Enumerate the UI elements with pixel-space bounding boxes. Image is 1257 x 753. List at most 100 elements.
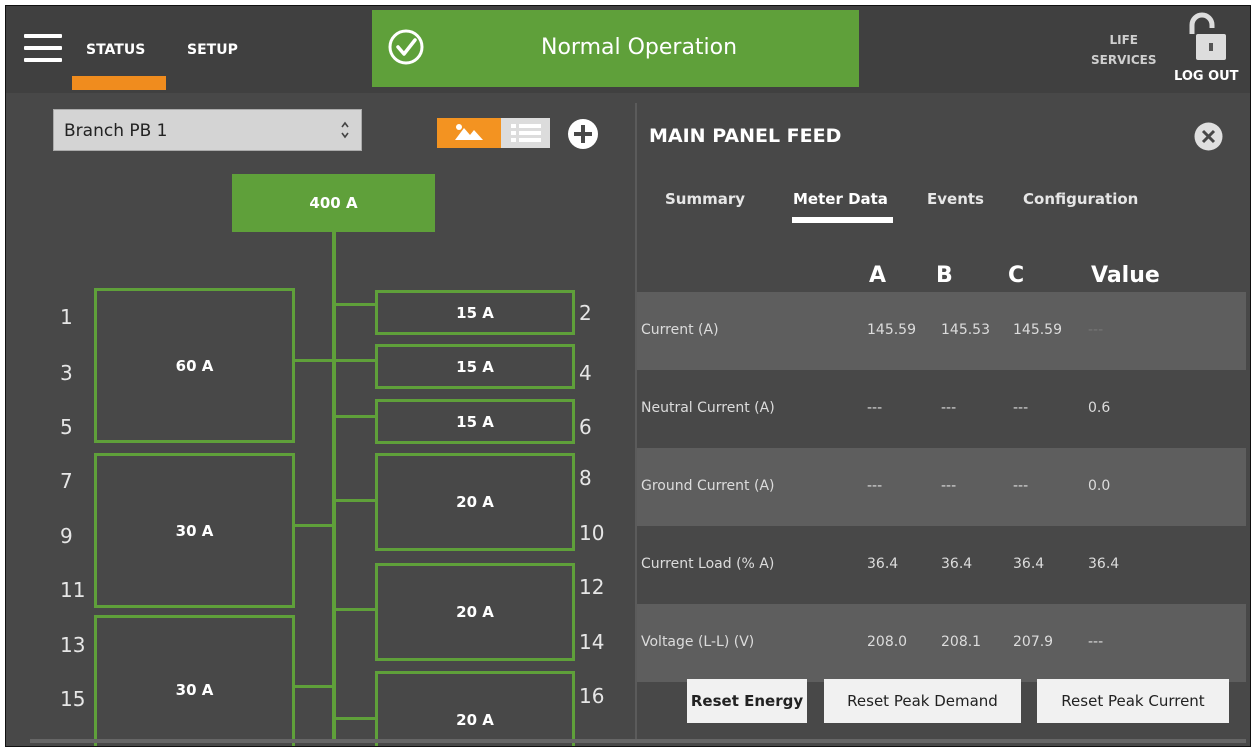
cell-c: 145.59: [1013, 322, 1062, 338]
nav-tab-status[interactable]: STATUS: [86, 42, 145, 58]
cell-b: 145.53: [941, 322, 990, 338]
cell-b: ---: [941, 400, 957, 416]
table-row: Current Load (% A) 36.4 36.4 36.4 36.4: [637, 526, 1246, 604]
bus-tap: [294, 685, 334, 688]
breaker-right[interactable]: 20 A: [375, 453, 575, 551]
cell-value: 0.0: [1088, 478, 1111, 494]
cell-c: ---: [1013, 400, 1029, 416]
tab-events[interactable]: Events: [927, 190, 984, 208]
menu-icon[interactable]: [24, 34, 62, 64]
list-view-icon: [511, 124, 541, 142]
slot-number: 6: [579, 415, 592, 439]
slot-number: 1: [60, 305, 73, 329]
slot-number: 15: [60, 687, 86, 711]
add-icon[interactable]: [566, 117, 600, 151]
bus-tap: [334, 717, 376, 720]
column-header-b: B: [936, 263, 953, 288]
slot-number: 8: [579, 466, 592, 490]
unlocked-lock-icon[interactable]: [1184, 12, 1230, 64]
detail-panel: MAIN PANEL FEED Summary Meter Data Event…: [635, 103, 1246, 740]
active-tab-indicator: [72, 76, 166, 90]
cell-value: 0.6: [1088, 400, 1111, 416]
life-services-link[interactable]: LIFE SERVICES: [1091, 30, 1156, 70]
bus-tap: [334, 359, 376, 362]
branch-select-value: Branch PB 1: [64, 121, 168, 141]
panel-diagram: Branch PB 1 400 A 60 A 30 A 30 A 15 A 15…: [30, 103, 635, 746]
slot-number: 5: [60, 415, 73, 439]
bus-tap: [334, 303, 376, 306]
cell-a: ---: [867, 478, 883, 494]
cell-a: ---: [867, 400, 883, 416]
check-circle-icon: [388, 29, 424, 65]
row-label: Current (A): [641, 322, 719, 338]
row-label: Ground Current (A): [641, 478, 775, 494]
life-services-line2: SERVICES: [1091, 53, 1157, 67]
life-services-line1: LIFE: [1109, 33, 1138, 47]
bus-tap: [294, 359, 334, 362]
cell-a: 36.4: [867, 556, 899, 572]
slot-number: 9: [60, 524, 73, 548]
cell-value: ---: [1088, 634, 1104, 650]
branch-select[interactable]: Branch PB 1: [53, 109, 362, 151]
breaker-left[interactable]: 60 A: [94, 288, 295, 443]
reset-peak-current-button[interactable]: Reset Peak Current: [1037, 679, 1229, 723]
slot-number: 16: [579, 684, 605, 708]
table-row: Neutral Current (A) --- --- --- 0.6: [637, 370, 1246, 448]
breaker-right[interactable]: 15 A: [375, 290, 575, 335]
row-label: Current Load (% A): [641, 556, 775, 572]
slot-number: 4: [579, 361, 592, 385]
panel-title: MAIN PANEL FEED: [649, 125, 842, 147]
cell-c: 207.9: [1013, 634, 1054, 650]
close-icon[interactable]: [1193, 121, 1224, 152]
main-breaker[interactable]: 400 A: [232, 174, 435, 232]
cell-a: 208.0: [867, 634, 908, 650]
bottom-scrollbar[interactable]: [30, 739, 1246, 743]
tab-configuration[interactable]: Configuration: [1023, 190, 1138, 208]
slot-number: 11: [60, 578, 86, 602]
slot-number: 3: [60, 361, 73, 385]
breaker-right[interactable]: 15 A: [375, 399, 575, 444]
top-bar: STATUS SETUP Normal Operation LIFE SERVI…: [6, 6, 1250, 93]
tab-meter-data[interactable]: Meter Data: [793, 190, 888, 208]
view-toggle: [437, 118, 550, 148]
nav-tab-setup[interactable]: SETUP: [187, 42, 238, 58]
select-arrows-icon: [341, 121, 349, 139]
slot-number: 10: [579, 521, 605, 545]
bus-tap: [334, 415, 376, 418]
table-row: Ground Current (A) --- --- --- 0.0: [637, 448, 1246, 526]
reset-peak-demand-button[interactable]: Reset Peak Demand: [824, 679, 1021, 723]
bus-tap: [334, 499, 376, 502]
cell-value: ---: [1088, 322, 1104, 338]
column-header-c: C: [1008, 263, 1025, 288]
column-header-value: Value: [1091, 263, 1160, 288]
breaker-right[interactable]: 20 A: [375, 563, 575, 661]
cell-a: 145.59: [867, 322, 916, 338]
breaker-right[interactable]: 20 A: [375, 671, 575, 746]
breaker-left[interactable]: 30 A: [94, 615, 295, 746]
app-frame: STATUS SETUP Normal Operation LIFE SERVI…: [5, 5, 1251, 747]
status-banner: Normal Operation: [372, 10, 859, 87]
diagram-view-icon: [455, 124, 483, 140]
breaker-left[interactable]: 30 A: [94, 453, 295, 608]
table-row: Voltage (L-L) (V) 208.0 208.1 207.9 ---: [637, 604, 1246, 682]
slot-number: 7: [60, 469, 73, 493]
reset-energy-button[interactable]: Reset Energy: [687, 679, 807, 723]
logout-button[interactable]: LOG OUT: [1174, 69, 1239, 84]
tab-summary[interactable]: Summary: [665, 190, 745, 208]
cell-value: 36.4: [1088, 556, 1120, 572]
active-subtab-indicator: [792, 217, 893, 223]
cell-b: 36.4: [941, 556, 973, 572]
slot-number: 12: [579, 575, 605, 599]
cell-c: 36.4: [1013, 556, 1045, 572]
list-view-button[interactable]: [501, 118, 550, 148]
cell-b: ---: [941, 478, 957, 494]
slot-number: 13: [60, 633, 86, 657]
slot-number: 14: [579, 630, 605, 654]
cell-c: ---: [1013, 478, 1029, 494]
breaker-right[interactable]: 15 A: [375, 344, 575, 389]
bus-tap: [294, 524, 334, 527]
diagram-view-button[interactable]: [437, 118, 501, 148]
main-bus-line: [332, 232, 336, 742]
slot-number: 2: [579, 301, 592, 325]
status-text: Normal Operation: [541, 35, 738, 60]
